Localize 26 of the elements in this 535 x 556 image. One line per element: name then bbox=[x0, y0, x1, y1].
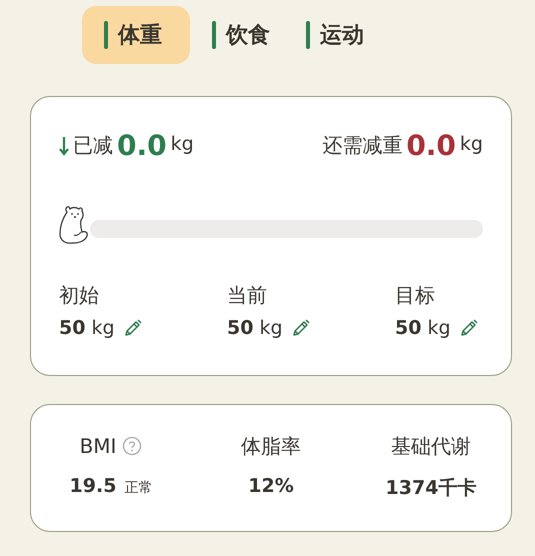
weight-label: 当前 bbox=[227, 282, 268, 309]
tab[interactable]: 体重 bbox=[82, 6, 190, 64]
status-label: 正常 bbox=[124, 479, 152, 497]
pencil-icon[interactable] bbox=[458, 318, 479, 338]
tab[interactable]: 饮食 bbox=[212, 6, 270, 64]
lost-value: 0.0 bbox=[117, 129, 167, 162]
stat-value: 19.5 bbox=[70, 475, 116, 497]
weight-value: 50 kg bbox=[395, 317, 451, 339]
remaining-label: 还需减重 bbox=[322, 132, 402, 159]
stat-label: 基础代谢 bbox=[391, 432, 471, 460]
pencil-icon[interactable] bbox=[290, 318, 311, 338]
tab[interactable]: 运动 bbox=[306, 6, 364, 64]
stat-value: 1374千卡 bbox=[386, 476, 476, 501]
weight-value: 50 kg bbox=[227, 317, 283, 339]
down-arrow-icon bbox=[59, 136, 69, 156]
remaining-value: 0.0 bbox=[406, 129, 456, 162]
pencil-icon[interactable] bbox=[122, 318, 143, 338]
weight-label: 目标 bbox=[395, 282, 436, 309]
weight-value: 50 kg bbox=[59, 317, 115, 339]
unit-label: kg bbox=[170, 133, 194, 155]
stat-value: 12% bbox=[248, 475, 294, 497]
stat-label: BMI bbox=[80, 434, 116, 458]
weight-label: 初始 bbox=[59, 282, 100, 309]
unit-label: kg bbox=[460, 133, 483, 155]
stat-label: 体脂率 bbox=[241, 432, 301, 460]
lost-label: 已减 bbox=[73, 132, 113, 159]
